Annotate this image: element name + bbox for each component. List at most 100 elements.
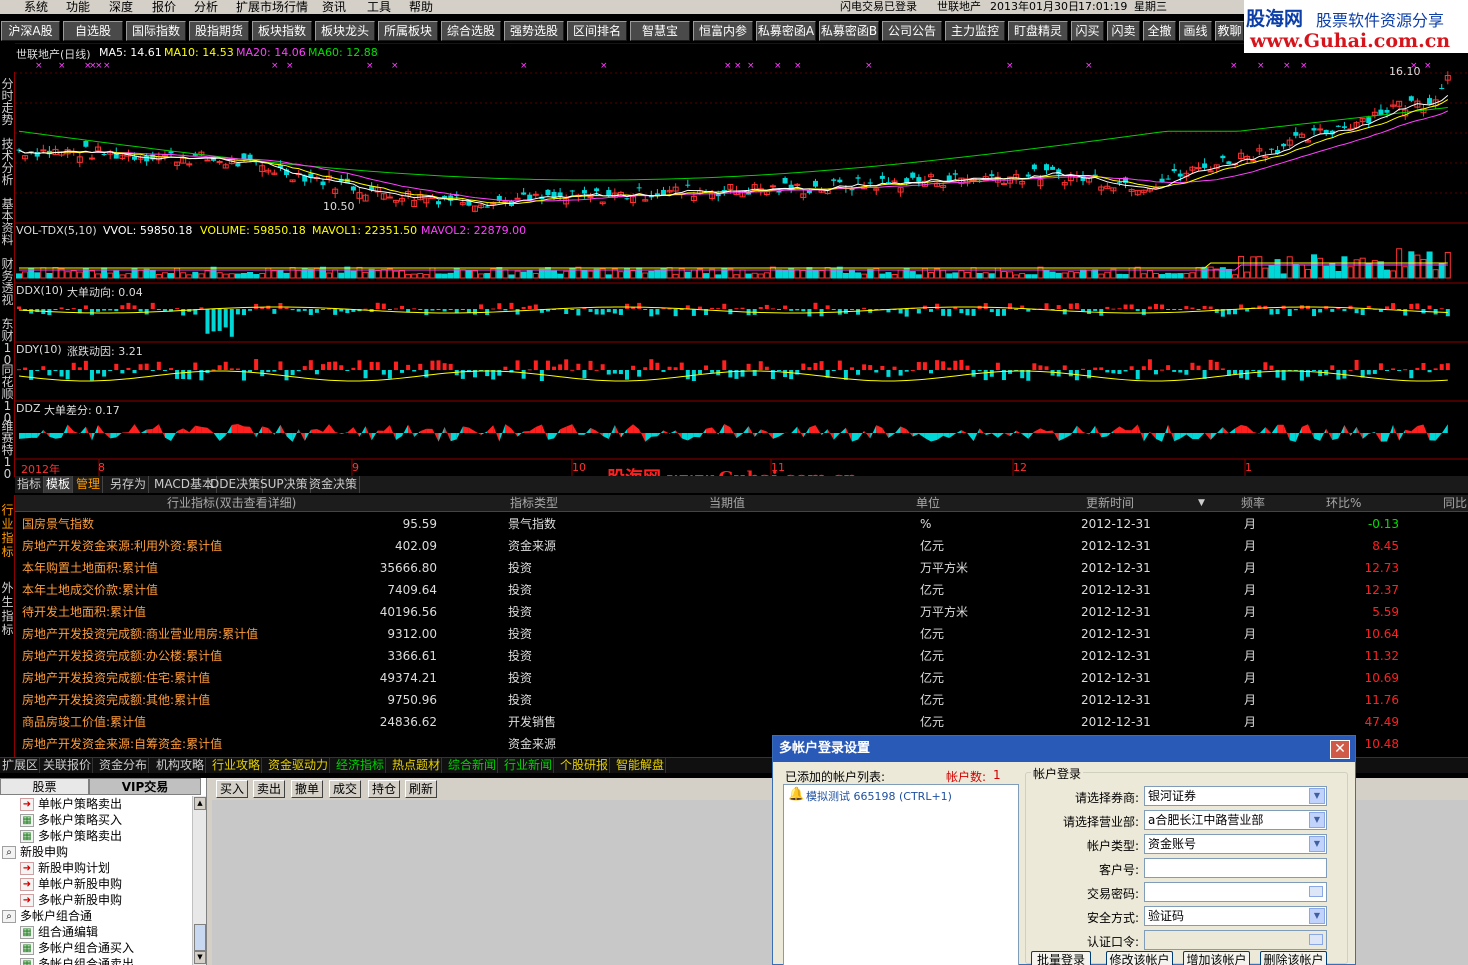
tree-scrollbar[interactable]: ▲ ▼	[192, 796, 206, 965]
client-id-input[interactable]	[1144, 858, 1327, 878]
tab-sup[interactable]: SUP决策	[258, 476, 311, 493]
tree-node[interactable]: ➜ 多帐户新股申购	[20, 892, 122, 908]
tab-institution[interactable]: 机构攻略	[155, 758, 207, 773]
kline-chart[interactable]: × × ××× × × × × × × × × × × × × × × × × × × × × ×	[15, 43, 1468, 476]
table-row[interactable]: 待开发土地面积:累计值 投资 40196.56 万平方米 2012-12-31 月 5.59	[15, 601, 1468, 623]
col-unit-header[interactable]: 单位	[916, 496, 940, 511]
tab-industry-news[interactable]: 行业新闻	[503, 758, 555, 773]
tab-indicator[interactable]: 指标	[15, 476, 45, 493]
positions-button[interactable]: 持仓	[368, 780, 401, 798]
toolbar-hs-a-button[interactable]: 沪深A股	[1, 21, 60, 41]
col-time-header[interactable]: 更新时间	[1086, 496, 1134, 511]
toolbar-draw-line-button[interactable]: 画线	[1179, 21, 1212, 41]
tab-external-indicator[interactable]: 外生指标	[0, 581, 15, 637]
menu-analysis[interactable]: 分析	[194, 0, 218, 14]
toolbar-flash-sell-button[interactable]: 闪卖	[1107, 21, 1140, 41]
chevron-down-icon[interactable]: ▼	[1309, 836, 1325, 852]
toolbar-own-sector-button[interactable]: 所属板块	[378, 21, 438, 41]
security-mode-select[interactable]: 验证码 ▼	[1144, 906, 1327, 926]
toolbar-flash-buy-button[interactable]: 闪买	[1071, 21, 1104, 41]
toolbar-private-b-button[interactable]: 私募密函B	[819, 21, 879, 41]
table-row[interactable]: 房地产开发投资完成额:其他:累计值 投资 9750.96 亿元 2012-12-31 月 1…	[15, 689, 1468, 711]
toolbar-wisdom-button[interactable]: 智慧宝	[630, 21, 690, 41]
table-row[interactable]: 房地产开发资金来源:利用外资:累计值 资金来源 402.09 亿元 2012-12-31…	[15, 535, 1468, 557]
trade-password-input[interactable]	[1144, 882, 1327, 902]
tree-node[interactable]: ▦ 多帐户策略卖出	[20, 828, 122, 844]
tab-fund[interactable]: 资金决策	[307, 476, 361, 493]
toolbar-monitor-button[interactable]: 盯盘精灵	[1008, 21, 1068, 41]
tab-related-quote[interactable]: 关联报价	[42, 758, 94, 773]
col-yoy-header[interactable]: 同比	[1443, 496, 1467, 511]
toolbar-range-rank-button[interactable]: 区间排名	[567, 21, 627, 41]
tab-template[interactable]: 模板	[44, 476, 74, 493]
tab-save-as[interactable]: 另存为	[108, 476, 150, 493]
tree-node[interactable]: ⌕ 多帐户组合通	[2, 908, 92, 924]
toolbar-sector-leader-button[interactable]: 板块龙头	[315, 21, 375, 41]
branch-select[interactable]: a合肥长江中路营业部 ▼	[1144, 810, 1327, 830]
broker-select[interactable]: 银河证券 ▼	[1144, 786, 1327, 806]
tree-node[interactable]: ▦ 多帐户策略买入	[20, 812, 122, 828]
account-item[interactable]: 模拟测试 665198 (CTRL+1)	[806, 788, 952, 804]
table-row[interactable]: 房地产开发投资完成额:办公楼:累计值 投资 3366.61 亿元 2012-12-31 月…	[15, 645, 1468, 667]
account-type-select[interactable]: 资金账号 ▼	[1144, 834, 1327, 854]
col-value-header[interactable]: 当期值	[709, 496, 745, 511]
menu-quote[interactable]: 报价	[152, 0, 176, 14]
tree-node[interactable]: ▦ 组合通编辑	[20, 924, 98, 940]
tab-fund-distribution[interactable]: 资金分布	[98, 758, 150, 773]
toolbar-main-force-button[interactable]: 主力监控	[945, 21, 1005, 41]
col-ring-header[interactable]: 环比%	[1326, 496, 1361, 511]
keyboard-icon[interactable]	[1309, 934, 1323, 945]
toolbar-cancel-all-button[interactable]: 全撤	[1143, 21, 1176, 41]
table-row[interactable]: 房地产开发投资完成额:商业营业用房:累计值 投资 9312.00 亿元 2012-12-…	[15, 623, 1468, 645]
menu-system[interactable]: 系统	[24, 0, 48, 14]
tab-research[interactable]: 个股研报	[559, 758, 611, 773]
account-list[interactable]: 🔔 模拟测试 665198 (CTRL+1)	[783, 784, 1019, 965]
scroll-thumb[interactable]	[194, 924, 206, 951]
batch-login-button[interactable]: 批量登录	[1031, 951, 1091, 965]
buy-button[interactable]: 买入	[216, 780, 249, 798]
table-row[interactable]: 房地产开发投资完成额:住宅:累计值 投资 49374.21 亿元 2012-12-31 月…	[15, 667, 1468, 689]
tab-intraday[interactable]: 分时走势	[0, 78, 15, 126]
close-icon[interactable]: ✕	[1330, 740, 1350, 759]
toolbar-insider-button[interactable]: 恒富内参	[693, 21, 753, 41]
toolbar-announcement-button[interactable]: 公司公告	[882, 21, 942, 41]
menu-function[interactable]: 功能	[66, 0, 90, 14]
tab-fund-driver[interactable]: 资金驱动力	[267, 758, 331, 773]
toolbar-watchlist-button[interactable]: 自选股	[63, 21, 123, 41]
tab-industry-strategy[interactable]: 行业攻略	[211, 758, 263, 773]
tree-node[interactable]: ▦ 多帐户组合通卖出	[20, 956, 134, 965]
refresh-button[interactable]: 刷新	[405, 780, 438, 798]
col-name-header[interactable]: 行业指标(双击查看详细)	[167, 496, 296, 511]
toolbar-strong-screen-button[interactable]: 强势选股	[504, 21, 564, 41]
chevron-down-icon[interactable]: ▼	[1309, 788, 1325, 804]
menu-info[interactable]: 资讯	[322, 0, 346, 14]
scroll-up-icon[interactable]: ▲	[194, 797, 206, 810]
table-row[interactable]: 本年购置土地面积:累计值 投资 35666.80 万平方米 2012-12-31 月 12.…	[15, 557, 1468, 579]
col-type-header[interactable]: 指标类型	[510, 496, 558, 511]
toolbar-private-a-button[interactable]: 私募密函A	[756, 21, 816, 41]
sell-button[interactable]: 卖出	[253, 780, 286, 798]
col-freq-header[interactable]: 频率	[1241, 496, 1265, 511]
tab-dde[interactable]: DDE决策	[208, 476, 264, 493]
table-row[interactable]: 商品房竣工价值:累计值 开发销售 24836.62 亿元 2012-12-31 月 47.4…	[15, 711, 1468, 733]
tab-extension[interactable]: 扩展区	[1, 758, 41, 773]
tab-finance[interactable]: 财务透视	[0, 258, 15, 306]
menu-depth[interactable]: 深度	[109, 0, 133, 14]
tab-eastmoney[interactable]: 东财10	[0, 318, 15, 366]
tab-economic[interactable]: 经济指标	[335, 758, 387, 773]
keyboard-icon[interactable]	[1309, 886, 1323, 897]
toolbar-stock-screen-button[interactable]: 综合选股	[441, 21, 501, 41]
tree-node[interactable]: ➜ 新股申购计划	[20, 860, 110, 876]
chevron-down-icon[interactable]: ▼	[1309, 812, 1325, 828]
menu-extended-market[interactable]: 扩展市场行情	[236, 0, 308, 14]
delete-account-button[interactable]: 删除该帐户	[1260, 951, 1327, 965]
chevron-down-icon[interactable]: ▼	[1309, 908, 1325, 924]
tab-10jqka[interactable]: 同花顺10	[0, 364, 15, 424]
deals-button[interactable]: 成交	[329, 780, 362, 798]
tree-node[interactable]: ➜ 单帐户策略卖出	[20, 796, 122, 812]
cancel-order-button[interactable]: 撤单	[291, 780, 324, 798]
tab-basic-info[interactable]: 基本资料	[0, 198, 15, 246]
toolbar-sector-index-button[interactable]: 板块指数	[252, 21, 312, 41]
tab-technical[interactable]: 技术分析	[0, 138, 15, 186]
tab-general-news[interactable]: 综合新闻	[447, 758, 499, 773]
